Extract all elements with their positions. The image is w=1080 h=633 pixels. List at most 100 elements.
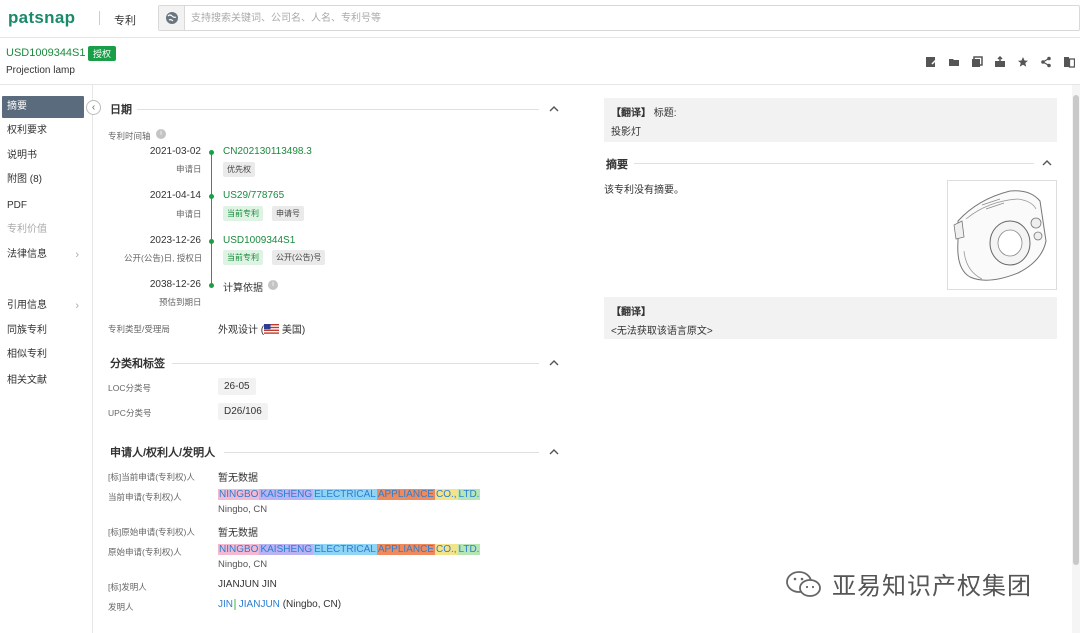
chevron-up-icon[interactable] [1041, 157, 1053, 169]
calc-basis-link[interactable]: 计算依据 [223, 279, 263, 294]
classification-title: 分类和标签 [110, 358, 165, 370]
share-icon[interactable] [1034, 54, 1057, 70]
timeline-line [211, 153, 212, 285]
export-icon[interactable] [988, 54, 1011, 70]
nav-related-docs[interactable]: 相关文献 [0, 370, 93, 392]
name-part: KAISHENG [259, 489, 314, 500]
info-icon[interactable]: i [156, 129, 166, 139]
status-badge: 授权 [88, 46, 117, 61]
collapse-nav-button[interactable]: ‹ [86, 100, 101, 115]
scrollbar[interactable] [1072, 85, 1080, 633]
current-applicant-value[interactable]: NINGBO KAISHENG ELECTRICAL APPLIANCE CO., LTD… [218, 489, 481, 500]
std-original-applicant-label: [标]原始申请(专利权)人 [108, 527, 195, 537]
office-name: 美国 [281, 325, 302, 336]
inventor-label: 发明人 [108, 602, 134, 612]
name-part: KAISHENG [259, 544, 314, 555]
chevron-up-icon[interactable] [548, 446, 560, 458]
event-number-link[interactable]: US29/778765 [223, 190, 284, 201]
chevron-right-icon: › [75, 249, 79, 261]
compare-icon[interactable] [1057, 54, 1080, 70]
top-divider [99, 11, 100, 25]
patent-drawing-thumbnail[interactable] [947, 180, 1057, 290]
top-bar: patsnap 专利 [0, 0, 1080, 38]
patent-type-label: 专利类型/受理局 [108, 324, 170, 334]
inventor-value[interactable]: JIN JIANJUN (Ningbo, CN) [218, 599, 341, 610]
abstract-title: 摘要 [606, 159, 628, 171]
nav-citations[interactable]: 引用信息 › [0, 295, 93, 317]
copy-icon[interactable] [965, 54, 988, 70]
nav-citations-label: 引用信息 [7, 300, 47, 311]
timeline-dot [209, 283, 214, 288]
divider [634, 163, 1034, 164]
inventor-surname: JIN [218, 599, 236, 610]
nav-family[interactable]: 同族专利 [0, 320, 93, 342]
watermark: 亚易知识产权集团 [784, 566, 1032, 601]
abstract-text: 该专利没有摘要。 [604, 185, 684, 196]
divider [137, 109, 539, 110]
tag-current-patent: 当前专利 [223, 206, 263, 221]
chevron-up-icon[interactable] [548, 357, 560, 369]
original-applicant-value[interactable]: NINGBO KAISHENG ELECTRICAL APPLIANCE CO., LTD… [218, 544, 481, 555]
nav-patent-value[interactable]: 专利价值 [0, 219, 93, 241]
translated-title: 投影灯 [611, 127, 641, 138]
name-part: CO., [434, 489, 458, 500]
event-number-link[interactable]: USD1009344S1 [223, 235, 295, 246]
patent-type-value: 外观设计 ( 美国) [218, 324, 306, 336]
upc-label: UPC分类号 [108, 408, 152, 418]
nav-description[interactable]: 说明书 [0, 145, 93, 167]
toolbar [919, 54, 1080, 70]
std-current-applicant-value: 暂无数据 [218, 473, 258, 484]
std-original-applicant-value: 暂无数据 [218, 528, 258, 539]
nav-claims[interactable]: 权利要求 [0, 120, 93, 142]
star-icon[interactable] [1011, 54, 1034, 70]
globe-icon[interactable] [159, 6, 185, 30]
section-switch[interactable]: 专利 [114, 12, 136, 28]
nav-pdf[interactable]: PDF [0, 195, 93, 217]
timeline-dot [209, 194, 214, 199]
divider [172, 363, 539, 364]
patent-title: Projection lamp [6, 65, 75, 76]
applicants-title: 申请人/权利人/发明人 [110, 447, 216, 459]
tag-publication-no: 公开(公告)号 [272, 250, 326, 265]
upc-value[interactable]: D26/106 [218, 403, 268, 420]
loc-value[interactable]: 26-05 [218, 378, 256, 395]
event-date: 2023-12-26 [149, 235, 201, 246]
title-translation-head: 【翻译】 标题: [611, 104, 1050, 119]
name-part: LTD. [457, 544, 481, 555]
nav-legal-info[interactable]: 法律信息 › [0, 244, 93, 266]
us-flag-icon [264, 324, 280, 334]
patsnap-logo[interactable]: patsnap [8, 8, 75, 28]
search-input[interactable] [191, 8, 1071, 28]
title-translation-box: 【翻译】 标题: 投影灯 [604, 98, 1057, 142]
inventor-location: (Ningbo, CN) [282, 599, 342, 610]
translation-field: 标题: [653, 108, 677, 119]
note-icon[interactable] [919, 54, 942, 70]
name-part: ELECTRICAL [313, 489, 377, 500]
std-inventor-value: JIANJUN JIN [218, 579, 277, 590]
dates-title: 日期 [110, 104, 132, 116]
event-type: 申请日 [176, 209, 202, 219]
std-current-applicant-label: [标]当前申请(专利权)人 [108, 472, 195, 482]
original-applicant-location: Ningbo, CN [218, 559, 268, 570]
abstract-translation-box: 【翻译】 <无法获取该语言原文> [604, 297, 1057, 339]
event-type: 申请日 [176, 164, 202, 174]
nav-similar[interactable]: 相似专利 [0, 344, 93, 366]
name-part: LTD. [457, 489, 481, 500]
nav-legal-info-label: 法律信息 [7, 249, 47, 260]
info-icon[interactable]: i [268, 280, 278, 290]
wechat-icon [786, 570, 821, 597]
name-part: APPLIANCE [376, 544, 435, 555]
current-applicant-label: 当前申请(专利权)人 [108, 492, 182, 502]
nav-drawings[interactable]: 附图 (8) [0, 169, 93, 191]
chevron-up-icon[interactable] [548, 103, 560, 115]
nav-abstract[interactable]: 摘要 [2, 96, 84, 118]
folder-icon[interactable] [942, 54, 965, 70]
divider [224, 452, 539, 453]
scrollbar-thumb[interactable] [1073, 95, 1079, 565]
event-number-link[interactable]: CN202130113498.3 [223, 146, 312, 157]
name-part: NINGBO [218, 544, 260, 555]
patent-type: 外观设计 [218, 325, 258, 336]
timeline-label: 专利时间轴 [108, 131, 151, 141]
projection-lamp-drawing-icon [953, 190, 1047, 281]
translation-unavailable-text: <无法获取该语言原文> [611, 326, 713, 337]
